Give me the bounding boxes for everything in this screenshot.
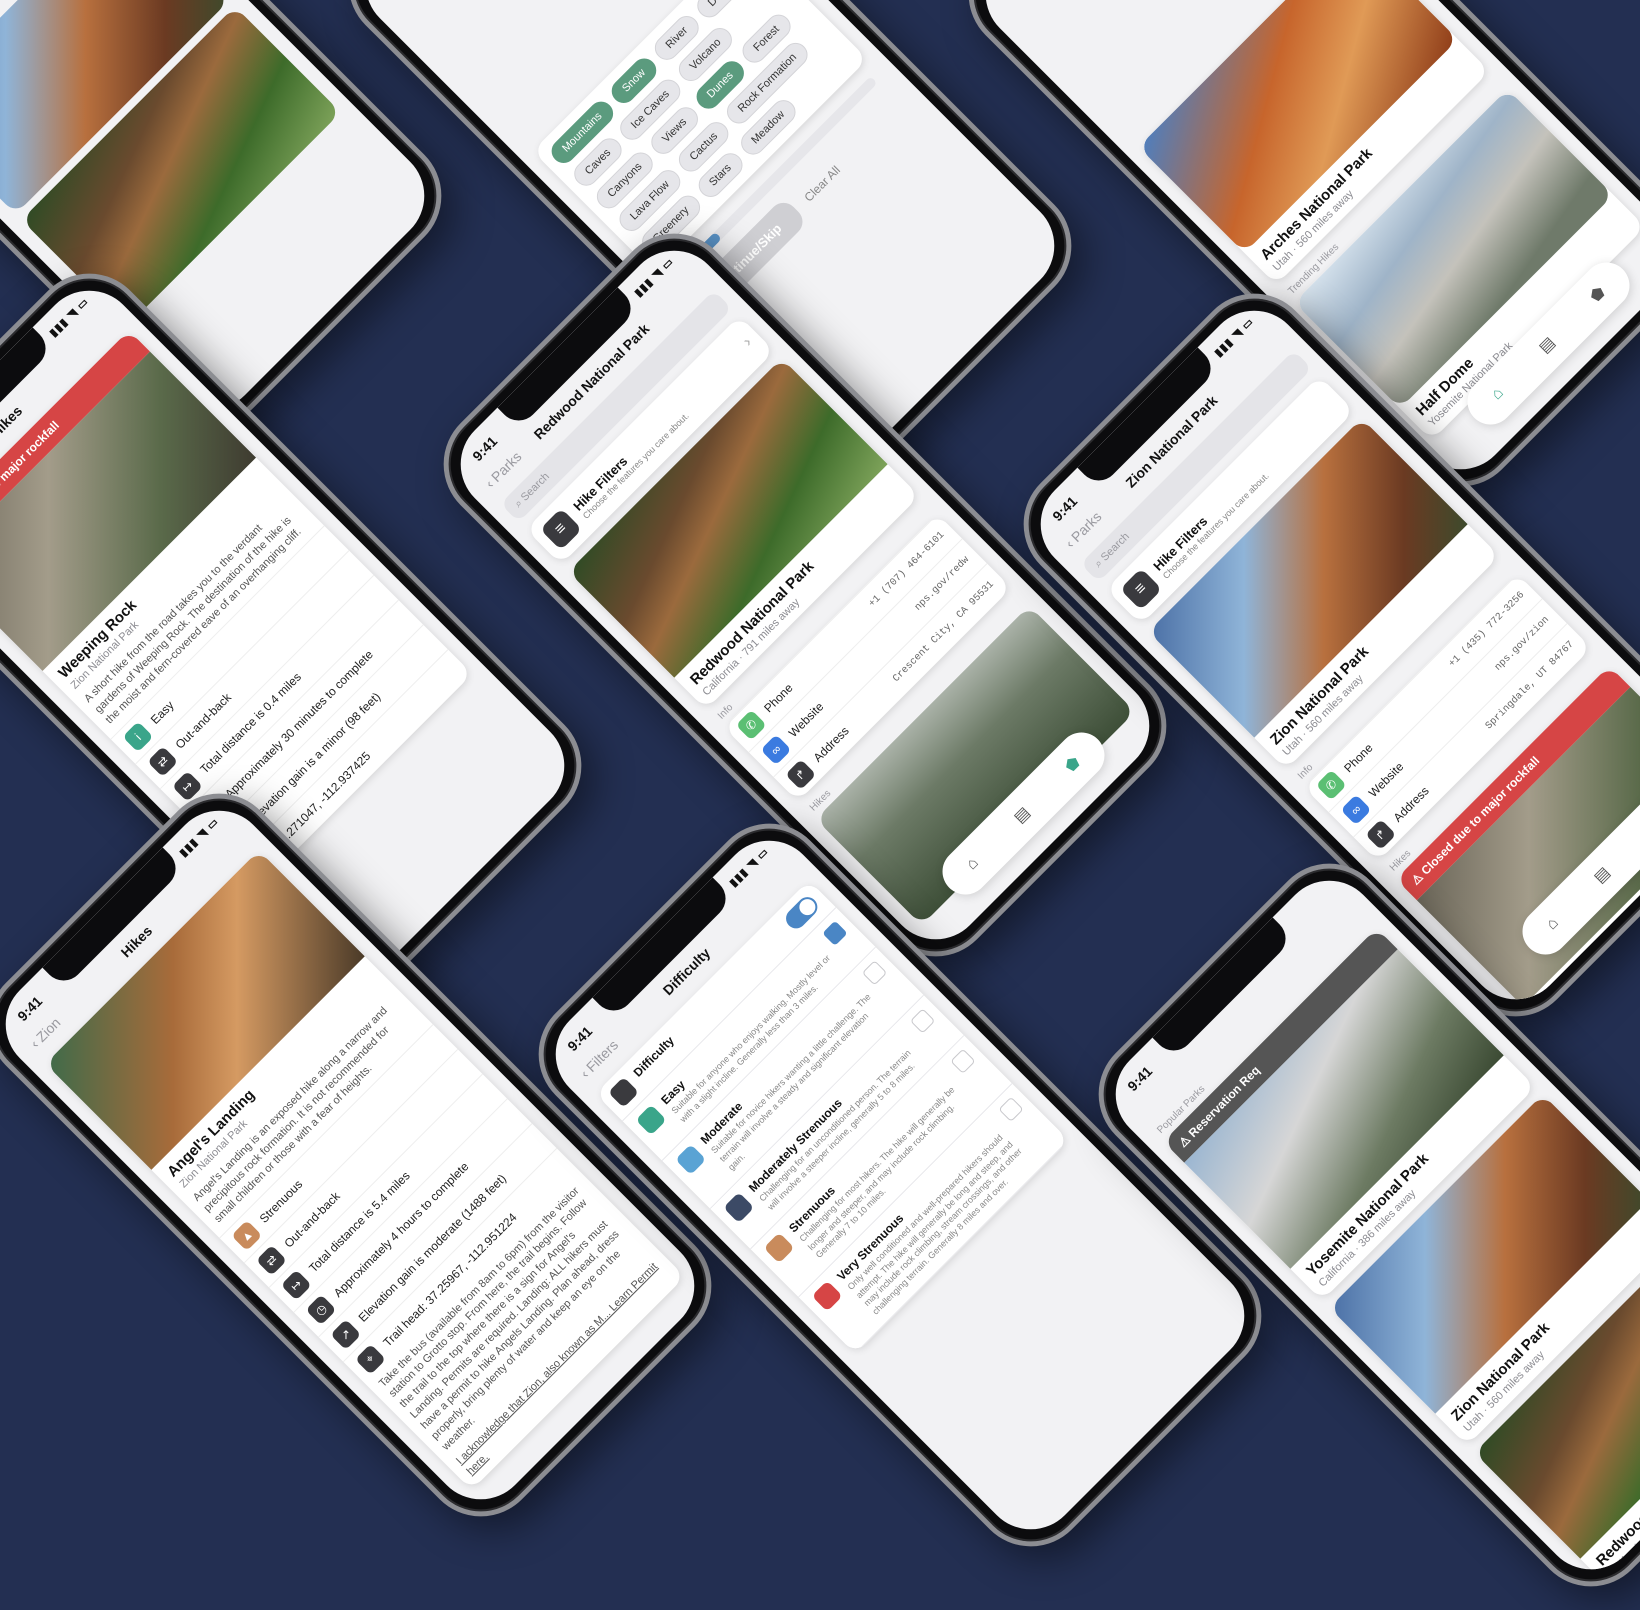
difficulty-icon xyxy=(607,1076,640,1108)
chevron-right-icon: › xyxy=(739,334,756,350)
search-placeholder: Search xyxy=(518,470,552,504)
status-time: 9:41 xyxy=(1049,493,1081,525)
difficulty-checkbox[interactable] xyxy=(822,920,848,946)
status-time: 9:41 xyxy=(1124,1063,1156,1095)
status-time: 9:41 xyxy=(564,1023,596,1055)
home-icon[interactable]: ⌂ xyxy=(1543,914,1563,934)
map-pin-icon[interactable]: ⬟ xyxy=(1586,282,1610,306)
difficulty-level-icon xyxy=(763,1232,795,1264)
home-icon[interactable]: ⌂ xyxy=(1488,384,1508,404)
route-icon: ⇄ xyxy=(146,745,178,777)
link-icon: ∞ xyxy=(760,734,792,766)
elevation-icon: ↗ xyxy=(329,1318,361,1350)
route-icon: ⇄ xyxy=(255,1244,287,1276)
distance-icon: ↦ xyxy=(280,1269,312,1301)
pin-icon: ⌖ xyxy=(354,1343,386,1375)
status-time: 9:41 xyxy=(14,993,46,1025)
sliders-icon: ≡ xyxy=(1119,568,1163,611)
home-icon[interactable]: ⌂ xyxy=(963,854,983,874)
sliders-icon: ≡ xyxy=(539,508,583,551)
journal-icon[interactable]: ▤ xyxy=(1010,803,1035,828)
clear-all-link[interactable]: Clear All xyxy=(801,163,842,204)
difficulty-level-icon xyxy=(675,1144,707,1176)
feature-chip[interactable]: Desert xyxy=(692,0,751,23)
difficulty-checkbox[interactable] xyxy=(950,1048,976,1074)
directions-icon: ↱ xyxy=(785,759,817,791)
difficulty-level-icon xyxy=(723,1192,755,1224)
link-icon: ∞ xyxy=(1340,794,1372,826)
status-time: 9:41 xyxy=(469,433,501,465)
directions-icon: ↱ xyxy=(1365,819,1397,851)
difficulty-checkbox[interactable] xyxy=(862,960,888,986)
difficulty-value: Easy xyxy=(147,697,177,727)
phone-icon: ✆ xyxy=(1315,769,1347,801)
journal-icon[interactable]: ▤ xyxy=(1590,863,1615,888)
map-pin-icon[interactable]: ⬟ xyxy=(1061,752,1085,776)
difficulty-checkbox[interactable] xyxy=(910,1008,936,1034)
difficulty-level-icon xyxy=(811,1280,843,1312)
difficulty-checkbox[interactable] xyxy=(998,1096,1024,1122)
screen: 9:41 ▮▮▮ ◥ ▭ ‹ Filters Difficulty Diffic… xyxy=(535,820,1265,1550)
search-placeholder: Search xyxy=(1098,530,1132,564)
difficulty-icon: ▲ xyxy=(230,1219,262,1251)
difficulty-level-icon xyxy=(635,1104,667,1136)
clock-icon: ◷ xyxy=(305,1293,337,1326)
journal-icon[interactable]: ▤ xyxy=(1535,333,1560,358)
info-icon: i xyxy=(122,720,154,753)
phone-icon: ✆ xyxy=(735,709,767,741)
